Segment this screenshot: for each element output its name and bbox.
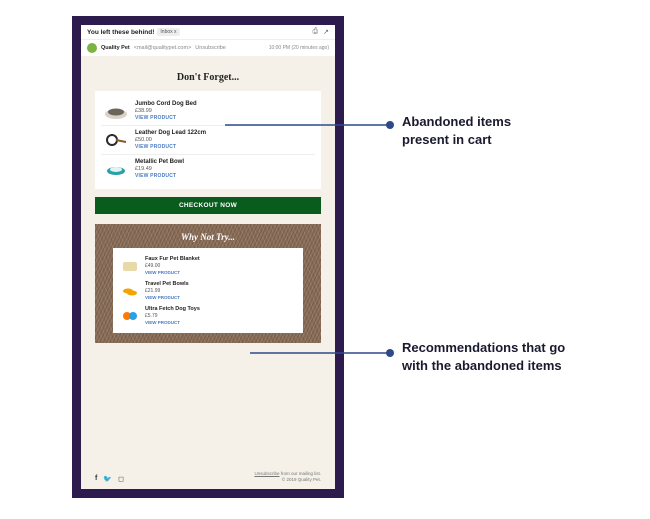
cart-item: Metallic Pet Bowl £19.49 VIEW PRODUCT xyxy=(101,155,315,183)
rec-item: Travel Pet Bowls £21.99 VIEW PRODUCT xyxy=(118,278,298,303)
email-body: Don't Forget... Jumbo Cord Dog Bed £38.9… xyxy=(81,56,335,489)
annotation-text: with the abandoned items xyxy=(402,357,565,375)
view-product-link[interactable]: VIEW PRODUCT xyxy=(135,115,197,121)
footer-legal: Unsubscribe from our mailing list. © 201… xyxy=(254,471,321,483)
view-product-link[interactable]: VIEW PRODUCT xyxy=(135,173,184,179)
annotation-recommendations: Recommendations that go with the abandon… xyxy=(402,339,565,374)
sender-name: Quality Pet xyxy=(101,45,130,51)
recommendations-card: Faux Fur Pet Blanket £49.00 VIEW PRODUCT… xyxy=(113,248,303,333)
rec-item: Ultra Fetch Dog Toys £5.79 VIEW PRODUCT xyxy=(118,303,298,328)
item-name: Metallic Pet Bowl xyxy=(135,159,184,165)
twitter-icon[interactable]: 🐦 xyxy=(103,475,112,483)
annotation-text: present in cart xyxy=(402,131,511,149)
copyright-text: © 2019 Quality Pet. xyxy=(254,477,321,483)
dont-forget-title: Don't Forget... xyxy=(95,72,321,83)
annotation-abandoned-items: Abandoned items present in cart xyxy=(402,113,511,148)
instagram-icon[interactable]: ◻ xyxy=(118,475,124,483)
dog-bed-image xyxy=(103,101,129,121)
open-external-icon[interactable]: ↗ xyxy=(323,28,329,36)
unsubscribe-link[interactable]: Unsubscribe xyxy=(254,471,279,476)
cart-item: Leather Dog Lead 122cm £50.00 VIEW PRODU… xyxy=(101,126,315,155)
sender-row: Quality Pet <mail@qualitypet.com> Unsubs… xyxy=(81,40,335,56)
sender-avatar xyxy=(87,43,97,53)
subject-text: You left these behind! xyxy=(87,29,154,36)
pet-bowl-image xyxy=(103,159,129,179)
item-name: Travel Pet Bowls xyxy=(145,281,189,287)
header-actions: ⎙ ↗ xyxy=(313,28,329,36)
item-name: Leather Dog Lead 122cm xyxy=(135,130,206,136)
unsubscribe-inline[interactable]: Unsubscribe xyxy=(195,45,226,51)
item-price: £50.00 xyxy=(135,137,206,143)
view-product-link[interactable]: VIEW PRODUCT xyxy=(145,320,200,325)
rec-item: Faux Fur Pet Blanket £49.00 VIEW PRODUCT xyxy=(118,253,298,278)
email-header-bar: You left these behind! Inbox x ⎙ ↗ xyxy=(81,25,335,40)
unsubscribe-suffix: from our mailing list. xyxy=(279,471,321,476)
dog-lead-image xyxy=(103,130,129,150)
email-footer: f 🐦 ◻ Unsubscribe from our mailing list.… xyxy=(95,465,321,483)
travel-bowls-image xyxy=(120,283,140,299)
device-frame: You left these behind! Inbox x ⎙ ↗ Quali… xyxy=(72,16,344,498)
recommendations-section: Why Not Try... Faux Fur Pet Blanket £49.… xyxy=(95,224,321,343)
checkout-button[interactable]: CHECKOUT NOW xyxy=(95,197,321,214)
item-price: £5.79 xyxy=(145,313,200,319)
annotation-text: Abandoned items xyxy=(402,113,511,131)
email-subject: You left these behind! Inbox x xyxy=(87,28,180,36)
item-price: £38.99 xyxy=(135,108,197,114)
view-product-link[interactable]: VIEW PRODUCT xyxy=(145,295,189,300)
item-name: Faux Fur Pet Blanket xyxy=(145,256,200,262)
dog-toys-image xyxy=(120,308,140,324)
item-price: £49.00 xyxy=(145,263,200,269)
view-product-link[interactable]: VIEW PRODUCT xyxy=(145,270,200,275)
sender-email: <mail@qualitypet.com> xyxy=(134,45,192,51)
item-price: £21.99 xyxy=(145,288,189,294)
cart-item: Jumbo Cord Dog Bed £38.99 VIEW PRODUCT xyxy=(101,97,315,126)
why-not-try-title: Why Not Try... xyxy=(113,232,303,242)
item-name: Jumbo Cord Dog Bed xyxy=(135,101,197,107)
view-product-link[interactable]: VIEW PRODUCT xyxy=(135,144,206,150)
inbox-tag: Inbox x xyxy=(157,28,179,36)
item-price: £19.49 xyxy=(135,166,184,172)
abandoned-items-card: Jumbo Cord Dog Bed £38.99 VIEW PRODUCT L… xyxy=(95,91,321,189)
print-icon[interactable]: ⎙ xyxy=(313,28,319,36)
email-client-window: You left these behind! Inbox x ⎙ ↗ Quali… xyxy=(81,25,335,489)
email-timestamp: 10:00 PM (20 minutes ago) xyxy=(269,45,329,51)
blanket-image xyxy=(120,258,140,274)
item-name: Ultra Fetch Dog Toys xyxy=(145,306,200,312)
social-icons: f 🐦 ◻ xyxy=(95,475,124,483)
facebook-icon[interactable]: f xyxy=(95,475,97,483)
annotation-text: Recommendations that go xyxy=(402,339,565,357)
